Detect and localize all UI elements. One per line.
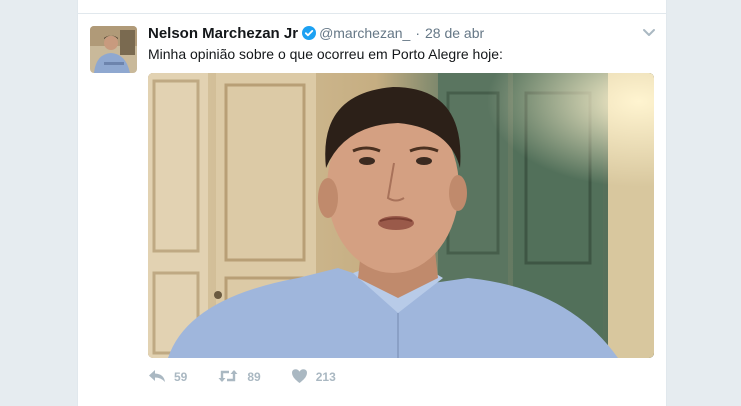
reply-icon	[148, 368, 174, 387]
heart-icon	[291, 368, 316, 387]
retweet-count: 89	[247, 370, 261, 384]
tweet-actions: 59 89 213	[148, 368, 366, 386]
video-thumbnail[interactable]	[148, 73, 654, 358]
author-name[interactable]: Nelson Marchezan Jr	[148, 25, 298, 42]
avatar[interactable]	[90, 26, 137, 73]
reply-count: 59	[174, 370, 188, 384]
verified-badge-icon	[302, 26, 317, 40]
retweet-button[interactable]: 89	[217, 368, 261, 387]
chevron-down-icon[interactable]	[642, 25, 656, 39]
reply-button[interactable]: 59	[148, 368, 187, 387]
like-count: 213	[315, 370, 336, 384]
timestamp-link[interactable]: 28 de abr	[425, 25, 484, 41]
tweet-card[interactable]: Nelson Marchezan Jr @marchezan_ · 28 de …	[77, 0, 667, 406]
retweet-icon	[217, 368, 247, 387]
tweet-header: Nelson Marchezan Jr @marchezan_ · 28 de …	[148, 24, 484, 42]
like-button[interactable]: 213	[291, 368, 336, 387]
tweet-text: Minha opinião sobre o que ocorreu em Por…	[148, 46, 503, 62]
author-handle[interactable]: @marchezan_	[319, 25, 410, 41]
separator-dot: ·	[415, 25, 420, 41]
divider	[78, 13, 666, 14]
